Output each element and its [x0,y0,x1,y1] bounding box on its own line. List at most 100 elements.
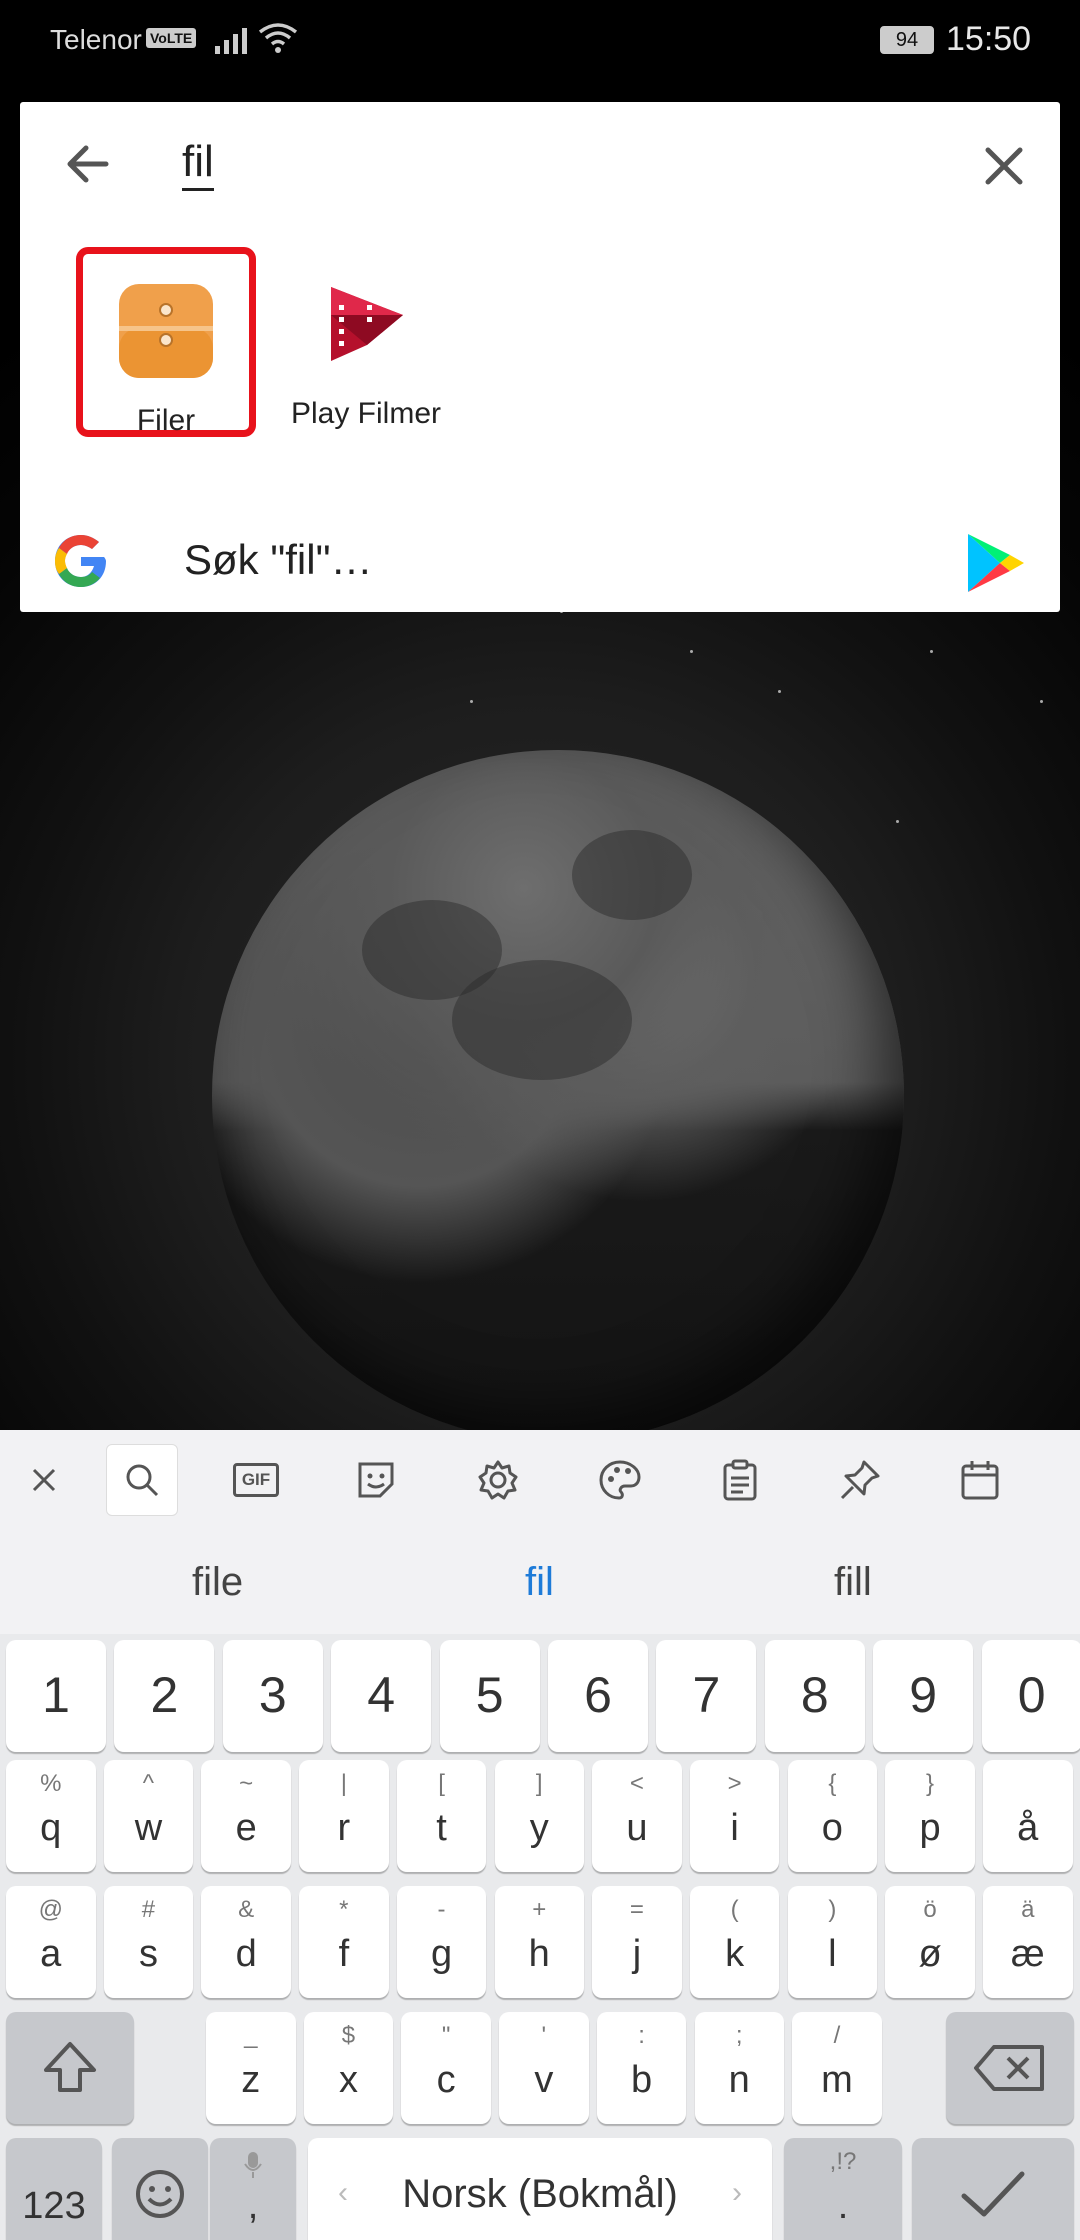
key-q[interactable]: % q [6,1760,96,1872]
key-3[interactable]: 3 [222,1640,323,1752]
key-l[interactable]: ) l [787,1886,878,1998]
key-a[interactable]: @ a [6,1886,96,1998]
microphone-icon [244,2152,262,2178]
numbers-mode-key[interactable]: 123 [6,2138,102,2240]
key-alt-label: _ [244,2022,258,2049]
key-m[interactable]: / m [792,2012,882,2124]
key-p[interactable]: } p [885,1760,975,1872]
key-label: 3 [258,1667,287,1723]
close-icon[interactable] [976,138,1032,194]
app-result-filer[interactable]: Filer [76,247,256,437]
key-2[interactable]: 2 [114,1640,215,1752]
close-icon[interactable] [8,1444,80,1516]
carrier-name: Telenor [50,24,142,55]
key-label: k [725,1933,745,1975]
key-0[interactable]: 0 [981,1640,1080,1752]
backspace-key[interactable] [946,2012,1074,2124]
gif-icon[interactable]: GIF [220,1444,292,1516]
key-label: 8 [800,1667,829,1723]
back-arrow-icon[interactable] [58,134,118,194]
key-label: h [528,1933,550,1975]
period-key[interactable]: ,!?. [784,2138,902,2240]
key-d[interactable]: & d [201,1886,291,1998]
key-label: q [40,1807,62,1849]
emoji-key[interactable] [112,2138,208,2240]
key-label: p [919,1807,941,1849]
key-n[interactable]: ; n [694,2012,784,2124]
key-8[interactable]: 8 [764,1640,865,1752]
web-search-row[interactable]: Søk "fil"… [20,512,1060,612]
clipboard-icon[interactable] [704,1444,776,1516]
key-label: r [337,1807,351,1849]
key-label: 7 [692,1667,721,1723]
key-h[interactable]: + h [494,1886,584,1998]
key-b[interactable]: :b [596,2012,687,2124]
key-k[interactable]: (k [689,1886,780,1998]
key-label: t [436,1807,447,1849]
chevron-right-icon: › [732,2176,742,2209]
calendar-icon[interactable] [944,1444,1016,1516]
shift-icon [44,2042,96,2092]
signal-icon [215,26,247,54]
key-z[interactable]: _ z [206,2012,296,2124]
key-s[interactable]: # s [103,1886,194,1998]
key-label: 123 [22,2185,86,2227]
key-c[interactable]: " c [401,2012,491,2124]
key-4[interactable]: 4 [331,1640,432,1752]
suggestion-left[interactable]: file [192,1560,243,1605]
soft-keyboard: GIF file fil fill 1 2 3 4 5 6 7 8 9 0% q ^ w ~ e | r[t] y… [0,1430,1080,2240]
key-j[interactable]: = j [592,1886,682,1998]
key-alt-label: > [727,1770,742,1797]
shift-key[interactable] [6,2012,134,2124]
suggestion-center[interactable]: fil [525,1560,554,1605]
palette-icon[interactable] [584,1444,656,1516]
search-query-input[interactable]: fil [182,136,214,191]
key-o[interactable]: {o [787,1760,878,1872]
volte-badge: VoLTE [146,28,197,48]
key-label: 2 [150,1667,179,1723]
key-label: v [534,2059,554,2101]
key-label: o [821,1807,843,1849]
key-u[interactable]: < u [592,1760,682,1872]
key-9[interactable]: 9 [873,1640,974,1752]
space-key[interactable]: ‹ Norsk (Bokmål) › [308,2138,772,2240]
key-e[interactable]: ~ e [201,1760,291,1872]
key-5[interactable]: 5 [439,1640,540,1752]
key-label: n [728,2059,750,2101]
key-7[interactable]: 7 [656,1640,757,1752]
key-1[interactable]: 1 [6,1640,106,1752]
key-æ[interactable]: äæ [983,1886,1073,1998]
play-store-icon[interactable] [962,530,1028,596]
key-r[interactable]: | r [299,1760,389,1872]
enter-key[interactable] [912,2138,1074,2240]
key-x[interactable]: $ x [303,2012,394,2124]
sticker-icon[interactable] [340,1444,412,1516]
key-label: f [338,1933,350,1975]
key-label: b [630,2059,653,2101]
comma-key[interactable]: , [210,2138,296,2240]
key-w[interactable]: ^ w [103,1760,194,1872]
suggestion-right[interactable]: fill [834,1560,872,1605]
app-results: Filer Play Filmer [56,247,1036,467]
key-t[interactable]: [t [396,1760,487,1872]
key-alt-label: - [437,1896,446,1923]
key-label: j [632,1933,642,1975]
files-folder-icon [119,284,213,378]
search-icon[interactable] [106,1444,178,1516]
key-label: u [626,1807,648,1849]
suggestion-strip: file fil fill [0,1530,1080,1634]
key-alt-label: = [629,1896,644,1923]
settings-icon[interactable] [462,1444,534,1516]
key-v[interactable]: ' v [499,2012,589,2124]
pin-icon[interactable] [824,1444,896,1516]
key-label: 5 [475,1667,504,1723]
key-å[interactable]: å [983,1760,1073,1872]
key-6[interactable]: 6 [548,1640,648,1752]
key-i[interactable]: > i [689,1760,780,1872]
key-f[interactable]: * f [299,1886,389,1998]
key-ø[interactable]: öø [885,1886,975,1998]
backspace-icon [974,2045,1044,2091]
key-g[interactable]: -g [396,1886,487,1998]
app-result-play-filmer[interactable]: Play Filmer [276,247,456,437]
key-y[interactable]: ] y [494,1760,584,1872]
